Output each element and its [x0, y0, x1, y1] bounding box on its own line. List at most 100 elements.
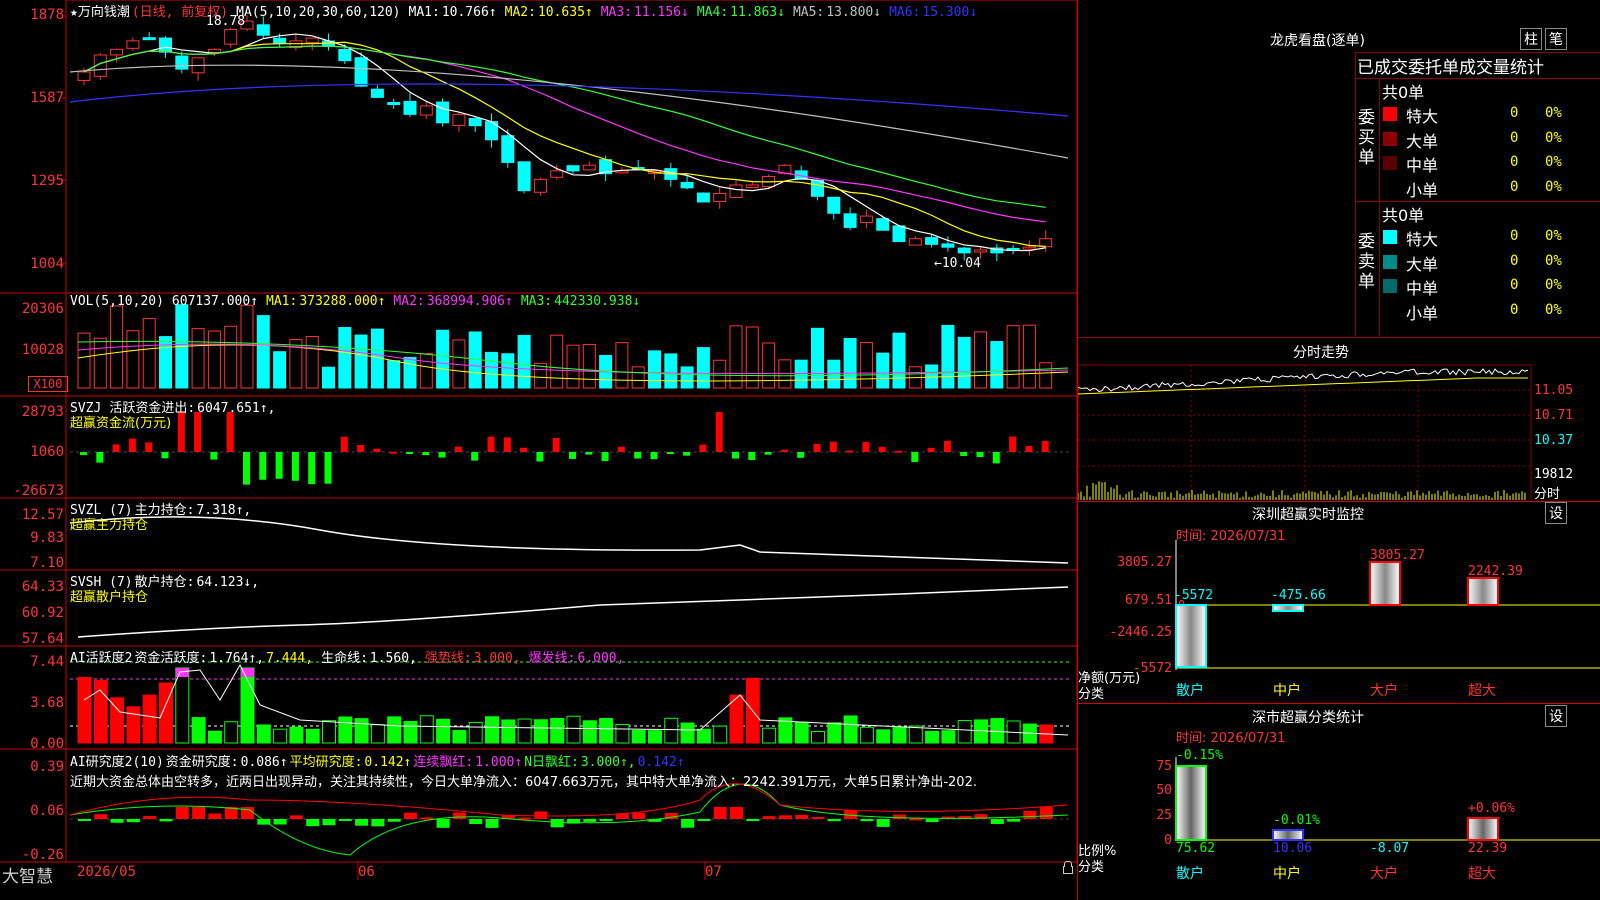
candlestick: [256, 24, 270, 36]
tick-view-button[interactable]: 笔: [1545, 28, 1567, 50]
bar-view-button[interactable]: 柱: [1520, 28, 1542, 50]
svzj-bar: [911, 452, 919, 463]
volume-bar: [501, 353, 515, 389]
order-row-pct: 0%: [1545, 129, 1562, 146]
research-bar: [404, 812, 417, 819]
volume-bar: [843, 337, 857, 389]
candlestick: [843, 213, 857, 228]
svzj-bar: [1025, 446, 1033, 452]
activity-bar: [550, 717, 565, 744]
activity-bar: [811, 730, 825, 744]
ma-label-3: MA3:: [600, 5, 633, 20]
candlestick: [110, 48, 124, 56]
sz-bar: [1369, 561, 1401, 606]
volume-bar: [974, 331, 987, 389]
svzj-bar: [813, 443, 821, 452]
research-bar: [273, 819, 287, 825]
intraday-chart[interactable]: [1078, 360, 1600, 500]
sz-settings-button[interactable]: 设: [1545, 502, 1567, 524]
activity-bar: [762, 727, 777, 744]
volume-bar: [566, 344, 580, 389]
candlestick: [908, 238, 922, 246]
volume-bar: [517, 334, 531, 389]
lock-icon[interactable]: [1063, 866, 1073, 874]
volume-bar: [859, 341, 873, 389]
sm-settings-button[interactable]: 设: [1545, 705, 1567, 727]
svzj-bar: [226, 412, 234, 452]
sz-monitor-chart: 3805.27679.51-2446.25-55720-5572-475.663…: [1109, 540, 1600, 699]
candlestick: [876, 218, 890, 231]
ai-act-tick-2: 3.68: [30, 695, 64, 711]
svzj-bar: [422, 452, 430, 456]
activity-bar: [925, 730, 940, 744]
sm-tick: 75: [1156, 759, 1172, 774]
research-bar: [518, 817, 532, 820]
research-bar: [746, 819, 760, 821]
candlestick: [305, 37, 319, 44]
svzj-bar: [1009, 436, 1017, 452]
ma120-line: [69, 83, 1069, 117]
vol-ma-label-3: MA3:: [520, 294, 553, 309]
order-row-count: 0: [1510, 178, 1519, 195]
volume-bar: [631, 366, 645, 389]
research-bar: [925, 819, 939, 823]
research-bar: [452, 812, 466, 819]
research-bar: [338, 819, 352, 821]
sm-tick: 25: [1156, 808, 1172, 823]
volume-bar: [713, 359, 727, 389]
svzl-line: [69, 516, 1069, 564]
research-bar: [371, 819, 385, 827]
svzj-tick-3: -26673: [13, 483, 64, 499]
svzj-bar: [569, 452, 576, 459]
volume-bar: [550, 334, 564, 389]
fs-label: 分时: [1534, 487, 1561, 502]
fs-title: 分时走势: [1293, 345, 1349, 361]
sz-tick: 679.51: [1125, 593, 1172, 608]
vol-tick-1: 20306: [21, 301, 64, 317]
research-bar: [681, 819, 695, 828]
stats-left-line: [1355, 52, 1356, 336]
order-row-count: 0: [1510, 105, 1519, 121]
activity-bar: [93, 679, 108, 744]
ai-res-tick-3: -0.26: [21, 847, 64, 863]
ma-label-4: MA4:: [696, 5, 729, 20]
volume-bar: [729, 325, 743, 389]
kline-tick-1: 1878: [30, 7, 64, 23]
volume-bar: [745, 326, 759, 389]
order-row-label: 小单: [1406, 303, 1439, 323]
svzl-value: 7.318↑,: [196, 503, 252, 518]
ma-value-4: 11.863↓: [730, 5, 785, 20]
kline-low-label: ←10.04: [934, 256, 981, 271]
activity-bar: [224, 721, 239, 744]
candlestick: [941, 243, 955, 248]
volume-bar: [941, 324, 955, 389]
candlestick: [713, 192, 727, 203]
activity-bar: [794, 721, 809, 744]
activity-bar: [941, 730, 956, 744]
svzj-bar: [878, 446, 886, 452]
research-bar: [632, 812, 646, 819]
svsh-tick-3: 57.64: [21, 631, 64, 647]
research-bar: [469, 819, 483, 825]
research-bar: [811, 816, 825, 819]
stock-name[interactable]: ★万向钱潮: [70, 5, 130, 20]
svzj-bar: [699, 444, 707, 452]
sm-title: 深市超赢分类统计: [1252, 710, 1364, 726]
svzl-tick-3: 7.10: [30, 555, 64, 571]
sz-bar-value: -475.66: [1271, 588, 1326, 603]
sz-tick: 3805.27: [1117, 555, 1172, 570]
volume-bar: [582, 343, 596, 389]
svzj-bar: [780, 449, 788, 452]
research-bar: [322, 819, 336, 826]
ma-value-1: 10.766↑: [441, 5, 497, 20]
vol-ma-value-2: 368994.906↑: [426, 294, 513, 309]
order-row-count: 0: [1510, 252, 1519, 269]
sz-category-label: 超大: [1468, 683, 1496, 699]
volume-bar: [191, 328, 205, 389]
volume-bar: [256, 315, 270, 389]
order-row-count: 0: [1510, 228, 1519, 244]
volume-bar: [419, 353, 433, 389]
ai-act-l1: 资金活跃度:: [134, 651, 208, 666]
activity-bar: [517, 718, 532, 744]
svzj-bar: [112, 444, 120, 452]
